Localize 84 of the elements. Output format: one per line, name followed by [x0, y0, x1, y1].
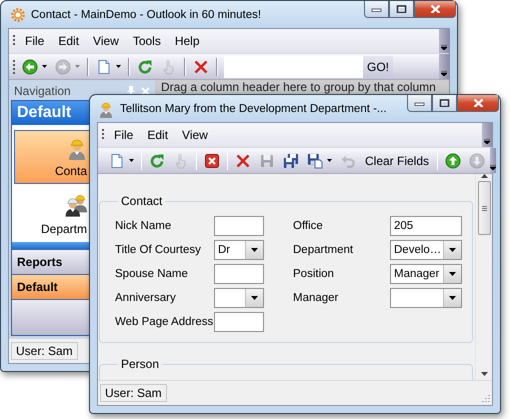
toolbar-button[interactable]: Clear Fields	[361, 150, 434, 172]
chevron-icon	[441, 71, 447, 76]
workers-icon	[65, 194, 89, 218]
dropdown-button[interactable]	[443, 289, 461, 307]
window-title: Contact - MainDemo - Outlook in 60 minutes!	[31, 8, 262, 20]
caret-icon	[449, 272, 456, 276]
refresh-icon	[137, 58, 153, 74]
menu-item[interactable]: View	[175, 125, 215, 145]
undo-icon	[340, 152, 356, 168]
overflow-button[interactable]	[439, 29, 449, 53]
go-button[interactable]: GO!	[362, 56, 393, 78]
x-icon	[235, 152, 251, 168]
menu-item[interactable]: Tools	[126, 31, 168, 51]
dropdown-field[interactable]: Dr	[214, 240, 264, 260]
close-icon[interactable]	[141, 86, 150, 96]
field-label: Nick Name	[115, 220, 172, 232]
maximize-button[interactable]	[389, 1, 414, 18]
resize-grip-icon[interactable]	[482, 394, 490, 402]
status-text: User: Sam	[11, 342, 78, 360]
scroll-thumb[interactable]	[478, 181, 490, 235]
field-label: Manager	[293, 292, 340, 304]
overflow-button[interactable]	[482, 123, 492, 147]
caret-icon	[75, 65, 80, 68]
worker-icon	[97, 100, 115, 118]
caret-icon	[42, 65, 47, 68]
caret-icon	[251, 248, 258, 252]
address-field[interactable]: GO!	[224, 56, 393, 78]
floppy-page-icon	[307, 152, 323, 168]
grip-icon	[482, 206, 486, 210]
dropdown-button[interactable]	[245, 241, 263, 259]
x-box-icon	[204, 152, 220, 168]
close-icon	[430, 4, 440, 14]
dropdown-button[interactable]	[443, 241, 461, 259]
scrollbar[interactable]	[475, 174, 492, 380]
input-field[interactable]	[214, 264, 264, 284]
input-field[interactable]: 205	[390, 216, 462, 236]
status-text: User: Sam	[100, 384, 167, 402]
chevron-icon	[490, 165, 496, 170]
dropdown-button[interactable]	[443, 265, 461, 283]
caret-icon	[449, 248, 456, 252]
group-hint: Drag a column header here to group by that column	[161, 80, 436, 94]
maximize-button[interactable]	[432, 95, 457, 112]
scroll-down-icon[interactable]	[480, 372, 488, 376]
minimize-button[interactable]	[364, 1, 389, 18]
maximize-icon	[439, 98, 450, 108]
dropdown-field[interactable]	[214, 288, 264, 308]
input-field[interactable]	[214, 216, 264, 236]
pane-title: Navigation	[14, 84, 72, 98]
close-button[interactable]	[457, 95, 499, 112]
dropdown-field[interactable]	[390, 288, 462, 308]
x-icon	[193, 58, 209, 74]
menu-item[interactable]: File	[18, 31, 52, 51]
overflow-button[interactable]	[439, 54, 449, 79]
field-label: Department	[293, 244, 354, 256]
input-field[interactable]	[214, 312, 264, 332]
group-title: Person	[120, 357, 160, 371]
maximize-icon	[396, 4, 407, 14]
floppies-icon	[283, 152, 299, 168]
caret-icon	[251, 296, 258, 300]
menu-item[interactable]: Edit	[51, 31, 86, 51]
refresh-icon	[149, 152, 165, 168]
close-button[interactable]	[414, 1, 456, 18]
close-icon	[472, 98, 484, 108]
document-icon	[96, 58, 112, 74]
app-gear-icon	[10, 6, 26, 22]
document-icon	[109, 152, 125, 168]
menu-item[interactable]: View	[86, 31, 126, 51]
caret-icon	[327, 159, 332, 162]
field-label: Office	[293, 220, 324, 232]
menu-item[interactable]: Help	[168, 31, 207, 51]
chevron-icon	[441, 45, 447, 50]
dropdown-button[interactable]	[245, 289, 263, 307]
chevron-icon	[484, 139, 490, 144]
caret-icon	[116, 65, 121, 68]
overflow-button[interactable]	[490, 148, 496, 173]
field-label: Web Page Address	[115, 316, 214, 328]
minimize-button[interactable]	[407, 95, 432, 112]
caret-icon	[129, 159, 134, 162]
dropdown-field[interactable]: Manager	[390, 264, 462, 284]
field-label: Position	[293, 268, 335, 280]
dropdown-field[interactable]: Develo…	[390, 240, 462, 260]
caret-icon	[449, 296, 456, 300]
floppy-icon	[259, 152, 275, 168]
group-title: Contact	[120, 194, 164, 208]
